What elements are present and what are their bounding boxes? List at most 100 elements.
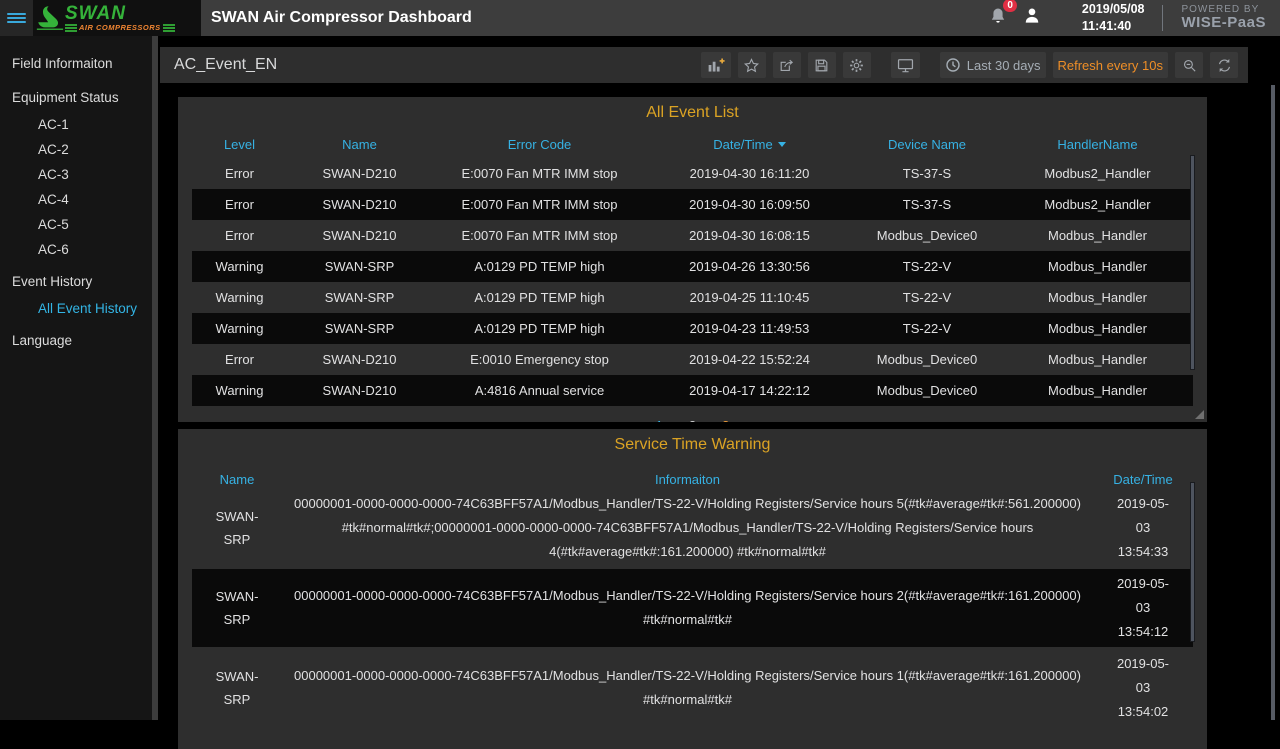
sidebar-item-language[interactable]: Language [0, 326, 152, 355]
column-header-information[interactable]: Informaiton [282, 472, 1093, 487]
column-header-name[interactable]: Name [287, 137, 432, 152]
column-header-date-time[interactable]: Date/Time [647, 137, 852, 152]
sidebar-item-ac-1[interactable]: AC-1 [0, 112, 152, 137]
event-cell: Modbus_Handler [1002, 383, 1193, 398]
event-row: WarningSWAN-D210A:4816 Annual service201… [192, 375, 1193, 406]
service-datetime-cell: 2019-05-03 13:54:33 [1093, 492, 1193, 564]
event-cell: SWAN-SRP [287, 321, 432, 336]
top-header: SWAN AIR COMPRESSORS SWAN Air Compressor… [0, 0, 1280, 36]
event-cell: SWAN-SRP [287, 290, 432, 305]
all-event-list-panel: All Event List LevelNameError CodeDate/T… [178, 97, 1207, 422]
event-cell: A:0129 PD TEMP high [432, 259, 647, 274]
pagination-page-2[interactable]: 2 [689, 418, 696, 422]
cycle-view-button[interactable] [891, 52, 920, 78]
event-cell: SWAN-D210 [287, 197, 432, 212]
event-cell: 2019-04-30 16:08:15 [647, 228, 852, 243]
service-panel-title[interactable]: Service Time Warning [178, 429, 1207, 456]
sidebar-item-ac-3[interactable]: AC-3 [0, 162, 152, 187]
column-header-datetime[interactable]: Date/Time [1093, 472, 1193, 487]
event-table: LevelNameError CodeDate/TimeDevice NameH… [192, 130, 1193, 422]
event-cell: E:0070 Fan MTR IMM stop [432, 228, 647, 243]
time-range-button[interactable]: Last 30 days [940, 52, 1046, 78]
zoom-out-icon [1181, 57, 1198, 74]
dashboard-toolbar: AC_Event_EN [160, 47, 1248, 83]
column-header-error-code[interactable]: Error Code [432, 137, 647, 152]
add-panel-button[interactable] [701, 52, 731, 78]
service-information-text: 00000001-0000-0000-0000-74C63BFF57A1/Mod… [282, 492, 1093, 564]
event-row: WarningSWAN-SRPA:0129 PD TEMP high2019-0… [192, 282, 1193, 313]
star-button[interactable] [738, 52, 766, 78]
sort-caret-icon [778, 142, 786, 147]
service-name-text: SWAN-SRP [208, 505, 266, 551]
column-header-name[interactable]: Name [192, 472, 282, 487]
hamburger-icon [7, 11, 26, 25]
dashboard-name[interactable]: AC_Event_EN [174, 56, 277, 74]
monitor-icon [896, 57, 915, 74]
service-datetime-text: 2019-05-03 13:54:02 [1113, 652, 1173, 724]
column-header-device-name[interactable]: Device Name [852, 137, 1002, 152]
star-icon [743, 57, 760, 74]
logo-stripes-right [163, 24, 175, 32]
service-information-text: 00000001-0000-0000-0000-74C63BFF57A1/Mod… [282, 584, 1093, 632]
sidebar-item-event-history[interactable]: Event History [0, 267, 152, 296]
sidebar-item-all-event-history[interactable]: All Event History [0, 296, 152, 321]
event-cell: A:0129 PD TEMP high [432, 290, 647, 305]
event-cell: SWAN-D210 [287, 166, 432, 181]
pagination-page-1[interactable]: 1 [656, 418, 663, 422]
refresh-interval-button[interactable]: Refresh every 10s [1053, 52, 1169, 78]
column-header-level[interactable]: Level [192, 137, 287, 152]
event-cell: Error [192, 166, 287, 181]
service-information-cell: 00000001-0000-0000-0000-74C63BFF57A1/Mod… [282, 572, 1093, 644]
sidebar-item-equipment-status[interactable]: Equipment Status [0, 83, 152, 112]
date-text: 2019/05/08 [1082, 1, 1145, 18]
share-button[interactable] [773, 52, 801, 78]
refresh-button[interactable] [1210, 52, 1238, 78]
user-button[interactable] [1022, 6, 1042, 31]
service-row: SWAN-SRP00000001-0000-0000-0000-74C63BFF… [192, 649, 1193, 727]
sidebar-item-field-informaiton[interactable]: Field Informaiton [0, 49, 152, 78]
panel-resize-handle[interactable] [1195, 410, 1204, 419]
time-range-label: Last 30 days [967, 58, 1041, 73]
logo-brand-text: SWAN [65, 4, 175, 23]
page-title: SWAN Air Compressor Dashboard [211, 9, 472, 27]
event-cell: Modbus_Device0 [852, 383, 1002, 398]
menu-toggle-button[interactable] [0, 0, 33, 36]
event-cell: E:0070 Fan MTR IMM stop [432, 166, 647, 181]
event-cell: Modbus_Handler [1002, 352, 1193, 367]
event-cell: Modbus_Handler [1002, 228, 1193, 243]
sidebar-scrollbar[interactable] [152, 36, 158, 720]
sidebar-item-ac-6[interactable]: AC-6 [0, 237, 152, 262]
page-scrollbar[interactable] [1271, 85, 1275, 720]
service-datetime-cell: 2019-05-03 13:54:12 [1093, 572, 1193, 644]
share-icon [778, 57, 795, 74]
service-information-cell: 00000001-0000-0000-0000-74C63BFF57A1/Mod… [282, 492, 1093, 564]
service-name-cell: SWAN-SRP [192, 492, 282, 564]
service-panel-scrollbar[interactable] [1190, 482, 1195, 642]
zoom-out-button[interactable] [1175, 52, 1203, 78]
service-name-cell: SWAN-SRP [192, 652, 282, 724]
event-panel-title[interactable]: All Event List [178, 97, 1207, 124]
swan-logo[interactable]: SWAN AIR COMPRESSORS [33, 0, 201, 36]
save-button[interactable] [808, 52, 836, 78]
datetime-display: 2019/05/08 11:41:40 [1082, 1, 1145, 35]
event-row: ErrorSWAN-D210E:0010 Emergency stop2019-… [192, 344, 1193, 375]
column-header-handlername[interactable]: HandlerName [1002, 137, 1193, 152]
sidebar-item-ac-5[interactable]: AC-5 [0, 212, 152, 237]
event-cell: TS-37-S [852, 166, 1002, 181]
settings-button[interactable] [843, 52, 871, 78]
event-cell: Warning [192, 321, 287, 336]
event-row: ErrorSWAN-D210E:0070 Fan MTR IMM stop201… [192, 158, 1193, 189]
event-cell: 2019-04-30 16:11:20 [647, 166, 852, 181]
sidebar-item-ac-4[interactable]: AC-4 [0, 187, 152, 212]
event-cell: Modbus_Handler [1002, 259, 1193, 274]
event-cell: SWAN-D210 [287, 383, 432, 398]
pagination-page-3[interactable]: 3 [722, 418, 729, 422]
event-panel-scrollbar[interactable] [1190, 155, 1195, 370]
event-table-header: LevelNameError CodeDate/TimeDevice NameH… [192, 130, 1193, 158]
sidebar-item-ac-2[interactable]: AC-2 [0, 137, 152, 162]
user-icon [1022, 6, 1042, 26]
notifications-button[interactable]: 0 [988, 6, 1008, 31]
event-row: ErrorSWAN-D210E:0070 Fan MTR IMM stop201… [192, 220, 1193, 251]
clock-icon [945, 57, 961, 73]
service-time-warning-panel: Service Time Warning Name Informaiton Da… [178, 429, 1207, 749]
